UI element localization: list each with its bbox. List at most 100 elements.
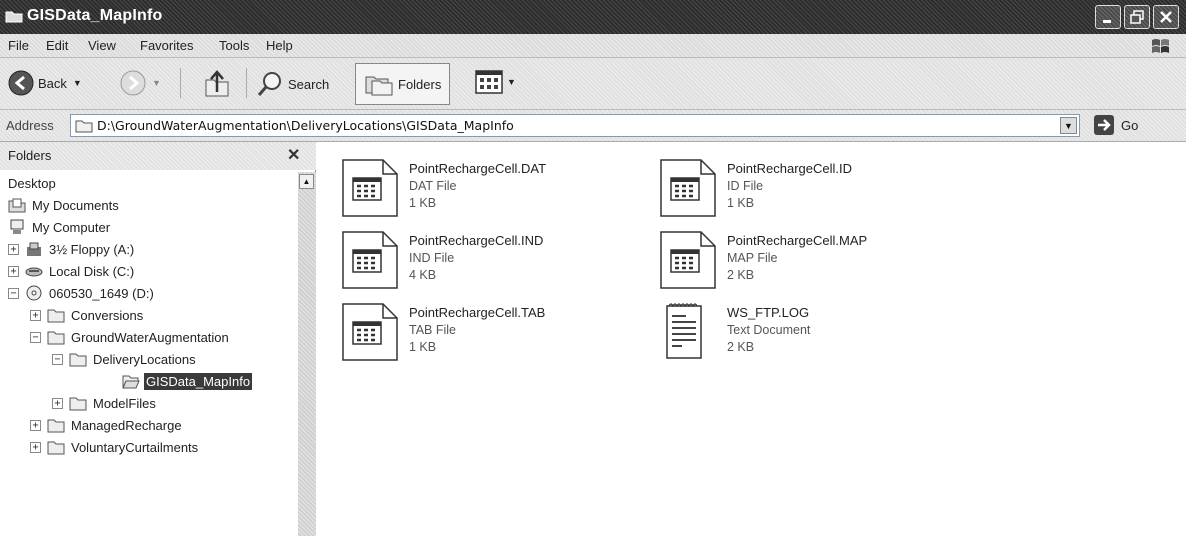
up-folder-icon	[205, 70, 229, 97]
tree-scrollbar[interactable]: ▲	[298, 172, 316, 536]
file-item[interactable]: PointRechargeCell.TAB TAB File 1 KB	[339, 300, 659, 370]
go-label: Go	[1121, 117, 1139, 133]
back-dropdown-icon[interactable]: ▼	[73, 78, 82, 88]
file-item[interactable]: WS_FTP.LOG Text Document 2 KB	[657, 300, 977, 370]
tree-item-local-disk[interactable]: + Local Disk (C:)	[8, 260, 136, 282]
forward-arrow-icon	[120, 70, 146, 96]
data-file-icon	[342, 231, 398, 289]
views-button[interactable]: ▼	[474, 68, 516, 96]
file-size: 1 KB	[409, 340, 437, 354]
folders-pane-title: Folders	[8, 148, 52, 163]
tree-item-groundwateraugmentation[interactable]: − GroundWaterAugmentation	[30, 326, 231, 348]
folders-button[interactable]: Folders	[355, 63, 451, 105]
scroll-up-button[interactable]: ▲	[299, 174, 314, 189]
tree-item-gisdata-mapinfo[interactable]: GISData_MapInfo	[122, 370, 254, 392]
file-item[interactable]: PointRechargeCell.MAP MAP File 2 KB	[657, 228, 977, 298]
toolbar-separator	[180, 68, 181, 98]
title-bar: GISData_MapInfo	[0, 0, 1186, 34]
file-size: 1 KB	[409, 196, 437, 210]
tree-item-label: Conversions	[71, 307, 144, 323]
address-input[interactable]: D:\GroundWaterAugmentation\DeliveryLocat…	[70, 114, 1080, 137]
go-button[interactable]: Go	[1093, 114, 1138, 136]
expand-icon[interactable]: +	[8, 243, 19, 255]
maximize-button[interactable]	[1124, 5, 1150, 29]
minimize-button[interactable]	[1095, 5, 1121, 29]
address-dropdown-button[interactable]: ▼	[1060, 117, 1077, 134]
tree-item-label: DeliveryLocations	[93, 351, 196, 367]
file-name: PointRechargeCell.TAB	[409, 305, 546, 320]
collapse-icon[interactable]: −	[52, 353, 63, 365]
restore-icon	[1130, 10, 1144, 24]
up-folder-button[interactable]	[203, 68, 231, 98]
menu-bar: File Edit View Favorites Tools Help	[0, 34, 1186, 58]
collapse-icon[interactable]: −	[30, 331, 41, 343]
close-icon[interactable]: ✕	[287, 145, 300, 165]
expand-icon[interactable]: +	[8, 265, 19, 277]
folder-icon	[47, 441, 65, 455]
menu-favorites[interactable]: Favorites	[140, 38, 193, 53]
tree-item-label: Local Disk (C:)	[49, 263, 135, 279]
expand-icon[interactable]: +	[52, 397, 63, 409]
file-item[interactable]: PointRechargeCell.DAT DAT File 1 KB	[339, 156, 659, 226]
file-name: PointRechargeCell.MAP	[727, 233, 868, 248]
search-icon	[257, 72, 281, 96]
forward-dropdown-icon[interactable]: ▼	[152, 78, 161, 88]
tree-item-conversions[interactable]: + Conversions	[30, 304, 145, 326]
tree-item-modelfiles[interactable]: + ModelFiles	[52, 392, 158, 414]
file-name: PointRechargeCell.IND	[409, 233, 544, 248]
file-size: 2 KB	[727, 268, 755, 282]
file-type: Text Document	[727, 323, 811, 337]
data-file-icon	[342, 303, 398, 361]
minimize-icon	[1103, 20, 1111, 23]
close-button[interactable]	[1153, 5, 1179, 29]
tree-item-d-drive[interactable]: − 060530_1649 (D:)	[8, 282, 156, 304]
close-icon	[1160, 11, 1172, 23]
chevron-down-icon: ▼	[1064, 120, 1073, 131]
menu-edit[interactable]: Edit	[46, 38, 68, 53]
views-dropdown-icon[interactable]: ▼	[507, 77, 516, 87]
expand-icon[interactable]: +	[30, 441, 41, 453]
collapse-icon[interactable]: −	[8, 287, 19, 299]
data-file-icon	[342, 159, 398, 217]
expand-icon[interactable]: +	[30, 309, 41, 321]
file-size: 2 KB	[727, 340, 755, 354]
file-type: TAB File	[409, 323, 456, 337]
folders-label: Folders	[398, 76, 442, 92]
expand-icon[interactable]: +	[30, 419, 41, 431]
cd-icon	[26, 285, 42, 301]
window-title: GISData_MapInfo	[27, 7, 163, 24]
folder-icon	[47, 309, 65, 323]
tree-item-label: ManagedRecharge	[71, 417, 182, 433]
forward-button[interactable]: ▼	[120, 70, 161, 96]
file-size: 4 KB	[409, 268, 437, 282]
tree-item-label: 060530_1649 (D:)	[49, 285, 154, 301]
folders-pane-header: Folders ✕	[0, 142, 316, 170]
chevron-up-icon: ▲	[302, 177, 311, 186]
tree-item-floppy[interactable]: + 3½ Floppy (A:)	[8, 238, 136, 260]
menu-view[interactable]: View	[88, 38, 116, 53]
menu-file[interactable]: File	[8, 38, 29, 53]
tree-item-my-documents[interactable]: My Documents	[8, 194, 121, 216]
file-type: IND File	[409, 251, 455, 265]
views-icon	[475, 70, 503, 94]
file-name: PointRechargeCell.ID	[727, 161, 853, 176]
search-label: Search	[288, 76, 330, 92]
tree-item-deliverylocations[interactable]: − DeliveryLocations	[52, 348, 198, 370]
search-button[interactable]: Search	[256, 70, 329, 98]
tree-item-voluntarycurtailments[interactable]: + VoluntaryCurtailments	[30, 436, 200, 458]
tree-item-desktop[interactable]: Desktop	[8, 172, 58, 194]
file-item[interactable]: PointRechargeCell.IND IND File 4 KB	[339, 228, 659, 298]
menu-tools[interactable]: Tools	[219, 38, 249, 53]
folders-pane: Folders ✕ Desktop My Documents My Comput…	[0, 142, 316, 536]
file-size: 1 KB	[727, 196, 755, 210]
file-list: PointRechargeCell.DAT DAT File 1 KB Poin…	[317, 142, 1186, 536]
tree-item-my-computer[interactable]: My Computer	[8, 216, 112, 238]
back-button[interactable]: Back ▼	[8, 70, 82, 96]
file-type: ID File	[727, 179, 764, 193]
menu-help[interactable]: Help	[266, 38, 293, 53]
tree-item-managedrecharge[interactable]: + ManagedRecharge	[30, 414, 184, 436]
file-item[interactable]: PointRechargeCell.ID ID File 1 KB	[657, 156, 977, 226]
address-label: Address	[6, 118, 54, 133]
folder-icon	[75, 120, 93, 132]
toolbar: Back ▼ ▼ Search Folders ▼	[0, 58, 1186, 110]
